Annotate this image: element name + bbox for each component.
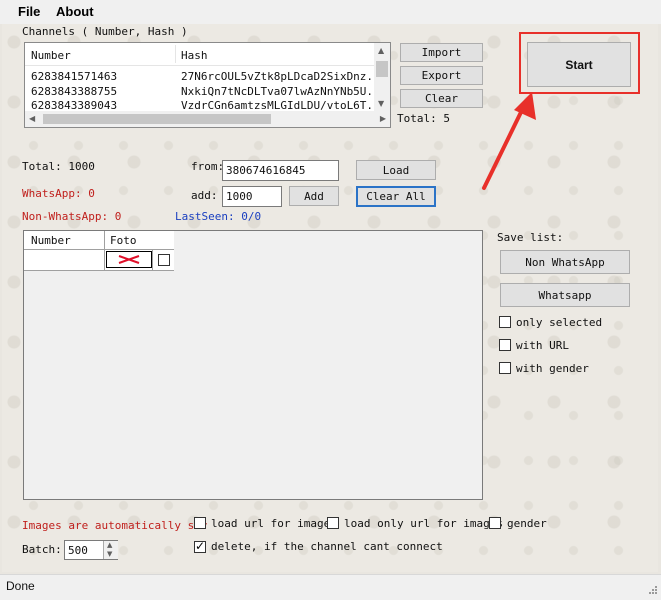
total-count: Total: 1000 — [22, 160, 95, 173]
status-text: Done — [6, 579, 35, 593]
channels-col-hash[interactable]: Hash — [181, 49, 208, 62]
table-row[interactable] — [24, 250, 174, 271]
save-whatsapp-button[interactable]: Whatsapp — [500, 283, 630, 307]
stepper-down-icon[interactable]: ▼ — [107, 550, 112, 558]
results-grid[interactable]: Number Foto — [23, 230, 483, 500]
channel-number: 6283841571463 — [31, 70, 118, 83]
results-col-number[interactable]: Number — [31, 234, 71, 247]
load-only-url-label: load only url for images — [344, 517, 503, 530]
load-url-checkbox[interactable] — [194, 517, 206, 529]
scroll-up-icon[interactable]: ▲ — [378, 46, 384, 55]
save-non-whatsapp-button[interactable]: Non WhatsApp — [500, 250, 630, 274]
with-url-checkbox[interactable] — [499, 339, 511, 351]
with-gender-checkbox[interactable] — [499, 362, 511, 374]
start-button[interactable]: Start — [527, 42, 631, 87]
channel-number: 6283843389043 — [31, 99, 118, 110]
channels-header: Number Hash — [25, 43, 375, 66]
scroll-left-icon[interactable]: ◀ — [29, 114, 35, 123]
with-url-label: with URL — [516, 339, 569, 352]
non-whatsapp-count: Non-WhatsApp: 0 — [22, 210, 122, 223]
annotation-arrow — [482, 92, 536, 190]
batch-label: Batch: — [22, 543, 62, 556]
broken-image-icon — [106, 251, 152, 268]
gender-checkbox[interactable] — [489, 517, 501, 529]
row-select-checkbox[interactable] — [158, 254, 170, 266]
clear-button[interactable]: Clear — [400, 89, 483, 108]
import-button[interactable]: Import — [400, 43, 483, 62]
only-selected-checkbox[interactable] — [499, 316, 511, 328]
gender-label: gender — [507, 517, 547, 530]
channels-title: Channels ( Number, Hash ) — [22, 25, 188, 38]
channels-col-number[interactable]: Number — [31, 49, 71, 62]
channels-vertical-scrollbar[interactable]: ▲ ▼ — [374, 43, 390, 111]
resize-grip-icon[interactable] — [646, 585, 658, 597]
from-label: from: — [191, 160, 225, 173]
images-notice: Images are automatically sav — [22, 519, 208, 532]
clear-all-button[interactable]: Clear All — [356, 186, 436, 207]
channel-number: 6283843388755 — [31, 85, 118, 98]
channels-list[interactable]: Number Hash 6283841571463 27N6rcOUL5vZtk… — [24, 42, 391, 128]
add-button[interactable]: Add — [289, 186, 339, 206]
only-selected-label: only selected — [516, 316, 603, 329]
scroll-thumb-vertical[interactable] — [376, 61, 388, 77]
load-only-url-checkbox[interactable] — [327, 517, 339, 529]
lastseen-count: LastSeen: 0/0 — [175, 210, 262, 223]
status-bar: Done — [0, 574, 661, 600]
results-header: Number Foto — [24, 231, 174, 250]
list-item[interactable]: 6283843388755 NxkiQn7tNcDLTva07lwAzNnYNb… — [25, 85, 386, 98]
channel-hash: VzdrCGn6amtzsMLGIdLDU/vtoL6T... — [181, 99, 375, 110]
with-gender-label: with gender — [516, 362, 589, 375]
load-button[interactable]: Load — [356, 160, 436, 180]
results-col-foto[interactable]: Foto — [110, 234, 137, 247]
whatsapp-count: WhatsApp: 0 — [22, 187, 95, 200]
save-list-title: Save list: — [497, 231, 564, 244]
channel-hash: 27N6rcOUL5vZtk8pLDcaD2SixDnz... — [181, 70, 387, 83]
stepper-up-icon[interactable]: ▲ — [107, 541, 112, 549]
scroll-thumb-horizontal[interactable] — [43, 114, 271, 124]
export-button[interactable]: Export — [400, 66, 483, 85]
list-item[interactable]: 6283843389043 VzdrCGn6amtzsMLGIdLDU/vtoL… — [25, 99, 375, 110]
menu-bar: File About — [0, 0, 661, 24]
list-item[interactable]: 6283841571463 27N6rcOUL5vZtk8pLDcaD2SixD… — [25, 70, 386, 83]
load-url-label: load url for images — [211, 517, 337, 530]
scroll-right-icon[interactable]: ▶ — [380, 114, 386, 123]
channel-hash: NxkiQn7tNcDLTva07lwAzNnYNb5U... — [181, 85, 387, 98]
delete-label: delete, if the channel cant connect — [211, 540, 443, 553]
channels-total: Total: 5 — [397, 112, 450, 125]
menu-file[interactable]: File — [18, 4, 40, 19]
batch-stepper[interactable]: ▲ ▼ — [103, 541, 118, 559]
scroll-down-icon[interactable]: ▼ — [378, 99, 384, 108]
add-input[interactable] — [222, 186, 282, 207]
from-input[interactable] — [222, 160, 339, 181]
menu-about[interactable]: About — [56, 4, 94, 19]
add-label: add: — [191, 189, 218, 202]
delete-checkbox[interactable] — [194, 539, 206, 553]
channels-horizontal-scrollbar[interactable]: ◀ ▶ — [25, 111, 390, 127]
